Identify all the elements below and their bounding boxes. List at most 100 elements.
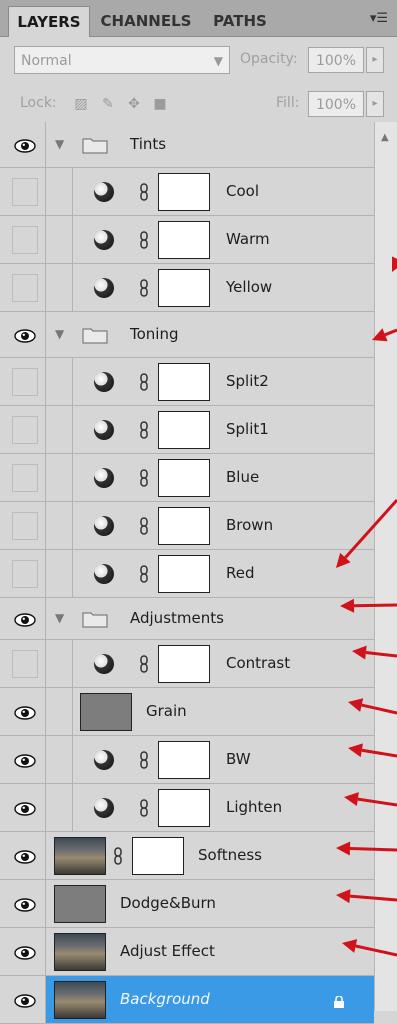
layer-mask-thumbnail[interactable]	[158, 411, 210, 449]
hidden-eye-box	[12, 464, 38, 492]
visibility-toggle[interactable]	[0, 784, 46, 831]
layer-row-background[interactable]: Background	[0, 976, 374, 1024]
link-icon[interactable]	[139, 183, 149, 201]
visibility-toggle[interactable]	[0, 880, 46, 927]
layer-row-softness[interactable]: Softness	[0, 832, 374, 880]
eye-icon	[14, 801, 36, 816]
eye-icon	[14, 849, 36, 864]
layer-mask-thumbnail[interactable]	[158, 645, 210, 683]
visibility-toggle[interactable]	[0, 976, 46, 1023]
folder-icon	[82, 136, 108, 154]
expand-triangle-icon[interactable]: ▼	[55, 137, 64, 151]
layer-mask-thumbnail[interactable]	[158, 269, 210, 307]
link-icon[interactable]	[139, 231, 149, 249]
layer-name: Adjust Effect	[120, 942, 215, 960]
layer-mask-thumbnail[interactable]	[158, 221, 210, 259]
panel-menu-icon[interactable]: ▾☰	[369, 12, 389, 26]
visibility-toggle[interactable]	[0, 454, 46, 501]
link-icon[interactable]	[139, 279, 149, 297]
adjustment-layer-icon	[94, 468, 114, 488]
layer-row-blue[interactable]: Blue	[0, 454, 374, 502]
layer-mask-thumbnail[interactable]	[158, 507, 210, 545]
opacity-stepper[interactable]: ▸	[366, 47, 384, 73]
layer-row-adjust-effect[interactable]: Adjust Effect	[0, 928, 374, 976]
visibility-toggle[interactable]	[0, 358, 46, 405]
layer-row-adjustments[interactable]: ▼ Adjustments	[0, 598, 374, 640]
layer-thumbnail[interactable]	[54, 981, 106, 1019]
visibility-toggle[interactable]	[0, 122, 46, 167]
blend-mode-value: Normal	[21, 53, 72, 69]
layers-panel: LAYERS CHANNELS PATHS ▾☰ Normal ▼ Opacit…	[0, 0, 397, 1024]
visibility-toggle[interactable]	[0, 216, 46, 263]
layer-name: Yellow	[226, 278, 273, 296]
scrollbar[interactable]: ▲	[374, 122, 397, 1011]
tab-layers[interactable]: LAYERS	[8, 6, 90, 37]
layer-mask-thumbnail[interactable]	[158, 741, 210, 779]
link-icon[interactable]	[139, 751, 149, 769]
layer-thumbnail[interactable]	[54, 885, 106, 923]
visibility-toggle[interactable]	[0, 502, 46, 549]
layer-row-cool[interactable]: Cool	[0, 168, 374, 216]
tab-channels[interactable]: CHANNELS	[94, 6, 198, 36]
visibility-toggle[interactable]	[0, 168, 46, 215]
layer-thumbnail[interactable]	[54, 837, 106, 875]
expand-triangle-icon[interactable]: ▼	[55, 611, 64, 625]
link-icon[interactable]	[139, 373, 149, 391]
layer-mask-thumbnail[interactable]	[132, 837, 184, 875]
link-icon[interactable]	[113, 847, 123, 865]
layer-row-tints[interactable]: ▼ Tints	[0, 122, 374, 168]
tab-paths[interactable]: PATHS	[204, 6, 276, 36]
scroll-up-icon[interactable]: ▲	[381, 132, 389, 143]
layer-thumbnail[interactable]	[54, 933, 106, 971]
blend-mode-select[interactable]: Normal ▼	[14, 46, 230, 74]
layer-row-lighten[interactable]: Lighten	[0, 784, 374, 832]
link-icon[interactable]	[139, 565, 149, 583]
visibility-toggle[interactable]	[0, 736, 46, 783]
visibility-toggle[interactable]	[0, 264, 46, 311]
layer-mask-thumbnail[interactable]	[158, 789, 210, 827]
hidden-eye-box	[12, 274, 38, 302]
link-icon[interactable]	[139, 517, 149, 535]
lock-label: Lock:	[20, 95, 57, 111]
visibility-toggle[interactable]	[0, 640, 46, 687]
visibility-toggle[interactable]	[0, 550, 46, 597]
expand-triangle-icon[interactable]: ▼	[55, 327, 64, 341]
lock-transparency-icon[interactable]: ▨	[73, 96, 89, 112]
link-icon[interactable]	[139, 799, 149, 817]
visibility-toggle[interactable]	[0, 928, 46, 975]
link-icon[interactable]	[139, 655, 149, 673]
visibility-toggle[interactable]	[0, 688, 46, 735]
layer-row-split2[interactable]: Split2	[0, 358, 374, 406]
layer-mask-thumbnail[interactable]	[158, 555, 210, 593]
layer-row-red[interactable]: Red	[0, 550, 374, 598]
layer-mask-thumbnail[interactable]	[158, 459, 210, 497]
layer-thumbnail[interactable]	[80, 693, 132, 731]
visibility-toggle[interactable]	[0, 312, 46, 357]
fill-stepper[interactable]: ▸	[366, 91, 384, 117]
layer-row-yellow[interactable]: Yellow	[0, 264, 374, 312]
lock-pixels-icon[interactable]: ✎	[100, 96, 116, 112]
layer-row-split1[interactable]: Split1	[0, 406, 374, 454]
visibility-toggle[interactable]	[0, 406, 46, 453]
visibility-toggle[interactable]	[0, 832, 46, 879]
layer-mask-thumbnail[interactable]	[158, 363, 210, 401]
group-indent-line	[72, 168, 73, 215]
layer-row-dodge-burn[interactable]: Dodge&Burn	[0, 880, 374, 928]
layer-row-contrast[interactable]: Contrast	[0, 640, 374, 688]
opacity-field[interactable]: 100%	[308, 47, 364, 73]
fill-field[interactable]: 100%	[308, 91, 364, 117]
lock-position-icon[interactable]: ✥	[126, 96, 142, 112]
layer-row-grain[interactable]: Grain	[0, 688, 374, 736]
layer-mask-thumbnail[interactable]	[158, 173, 210, 211]
layer-row-brown[interactable]: Brown	[0, 502, 374, 550]
visibility-toggle[interactable]	[0, 598, 46, 639]
link-icon[interactable]	[139, 421, 149, 439]
layer-row-toning[interactable]: ▼ Toning	[0, 312, 374, 358]
link-icon[interactable]	[139, 469, 149, 487]
lock-all-icon[interactable]: ■	[152, 96, 168, 112]
hidden-eye-box	[12, 368, 38, 396]
layer-row-warm[interactable]: Warm	[0, 216, 374, 264]
eye-icon	[14, 753, 36, 768]
layer-row-bw[interactable]: BW	[0, 736, 374, 784]
folder-icon	[82, 610, 108, 628]
